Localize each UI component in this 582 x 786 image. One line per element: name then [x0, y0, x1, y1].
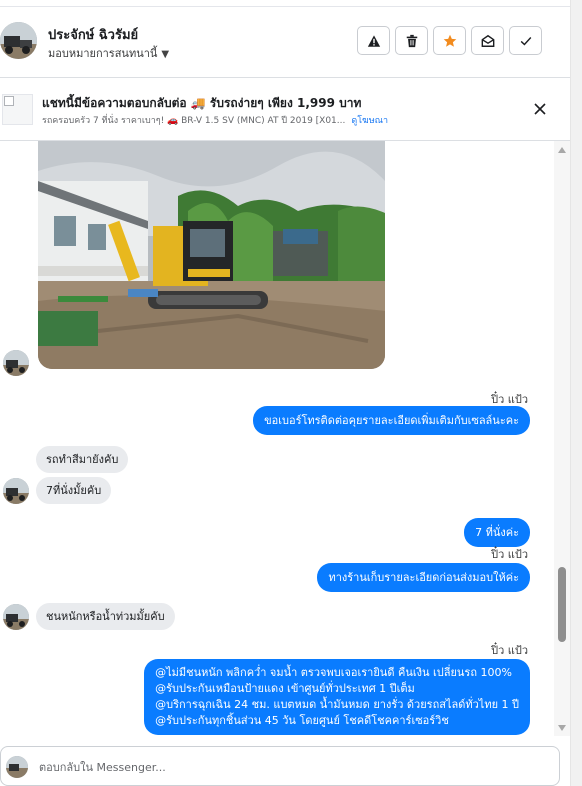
- reply-composer[interactable]: [0, 746, 560, 786]
- message-line: @รับประกันทุกชิ้นส่วน 45 วัน โดยศูนย์ โช…: [155, 714, 449, 727]
- mark-unread-button[interactable]: [471, 26, 504, 55]
- contact-name: ประจักษ์ ฉิวรัมย์: [48, 28, 139, 43]
- outgoing-message[interactable]: ทางร้านเก็บรายละเอียดก่อนส่งมอบให้ค่ะ: [317, 563, 530, 592]
- star-icon: [443, 34, 456, 47]
- contact-avatar-small: [3, 350, 29, 376]
- ad-thumbnail: [2, 94, 33, 125]
- incoming-message[interactable]: ชนหนักหรือน้ำท่วมมั้ยคับ: [36, 603, 175, 630]
- delete-button[interactable]: [395, 26, 428, 55]
- contact-avatar[interactable]: [0, 22, 37, 59]
- reply-input[interactable]: [37, 757, 541, 777]
- close-banner-button[interactable]: [531, 100, 549, 118]
- ad-subtitle: รถครอบครัว 7 ที่นั่ง ราคาเบาๆ! 🚗 BR-V 1.…: [42, 113, 388, 127]
- mark-done-button[interactable]: [509, 26, 542, 55]
- sender-name: ปิ๋ว แป้ว: [491, 644, 528, 657]
- message-line: @ไม่มีชนหนัก พลิกคว่ำ จมน้ำ ตรวจพบเจอเรา…: [155, 666, 512, 679]
- star-button[interactable]: [433, 26, 466, 55]
- view-ad-link[interactable]: ดูโฆษณา: [351, 116, 388, 126]
- close-icon: [534, 103, 546, 115]
- caret-down-icon: ▼: [161, 49, 170, 60]
- page-avatar: [6, 756, 28, 778]
- conversation-header: ประจักษ์ ฉิวรัมย์ มอบหมายการสนทนานี้ ▼: [0, 7, 570, 78]
- attached-photo[interactable]: [38, 141, 385, 369]
- ad-reply-banner: แชทนี้มีข้อความตอบกลับต่อ 🚚 รับรถง่ายๆ เ…: [0, 78, 570, 141]
- thread-scrollbar[interactable]: [554, 141, 570, 736]
- mark-spam-button[interactable]: [357, 26, 390, 55]
- check-icon: [520, 36, 531, 45]
- ad-title: แชทนี้มีข้อความตอบกลับต่อ 🚚 รับรถง่ายๆ เ…: [42, 96, 362, 110]
- assign-conversation-dropdown[interactable]: มอบหมายการสนทนานี้ ▼: [48, 44, 169, 62]
- contact-avatar-small: [3, 604, 29, 630]
- assign-label: มอบหมายการสนทนานี้: [48, 47, 158, 60]
- broken-image-icon: [4, 96, 14, 106]
- warning-icon: [367, 34, 380, 47]
- scrollbar-thumb[interactable]: [558, 567, 566, 642]
- message-line: @รับประกันเหมือนป้ายแดง เข้าศูนย์ทั่วประ…: [155, 682, 415, 695]
- outgoing-message-multiline[interactable]: @ไม่มีชนหนัก พลิกคว่ำ จมน้ำ ตรวจพบเจอเรา…: [144, 659, 530, 735]
- outgoing-message[interactable]: ขอเบอร์โทรติดต่อคุยรายละเอียดเพิ่มเติมกั…: [253, 406, 530, 435]
- composer-divider: [0, 736, 570, 746]
- incoming-message[interactable]: รถทำสีมายังคับ: [36, 446, 129, 473]
- conversation-actions: [357, 26, 542, 55]
- message-thread[interactable]: ปิ๋ว แป้ว ขอเบอร์โทรติดต่อคุยรายละเอียดเ…: [0, 141, 554, 736]
- outgoing-message[interactable]: 7 ที่นั่งค่ะ: [464, 518, 530, 547]
- contact-avatar-small: [3, 478, 29, 504]
- envelope-open-icon: [481, 34, 494, 47]
- scroll-up-arrow-icon[interactable]: [558, 147, 566, 153]
- page-scrollbar[interactable]: [570, 0, 582, 786]
- message-line: @บริการฉุกเฉิน 24 ชม. แบตหมด น้ำมันหมด ย…: [155, 698, 519, 711]
- top-divider: [0, 0, 570, 7]
- scroll-down-arrow-icon[interactable]: [558, 725, 566, 731]
- trash-icon: [406, 34, 417, 47]
- incoming-message[interactable]: 7ที่นั่งมั้ยคับ: [36, 477, 112, 504]
- sender-name: ปิ๋ว แป้ว: [491, 548, 528, 561]
- ad-description: รถครอบครัว 7 ที่นั่ง ราคาเบาๆ! 🚗 BR-V 1.…: [42, 116, 346, 126]
